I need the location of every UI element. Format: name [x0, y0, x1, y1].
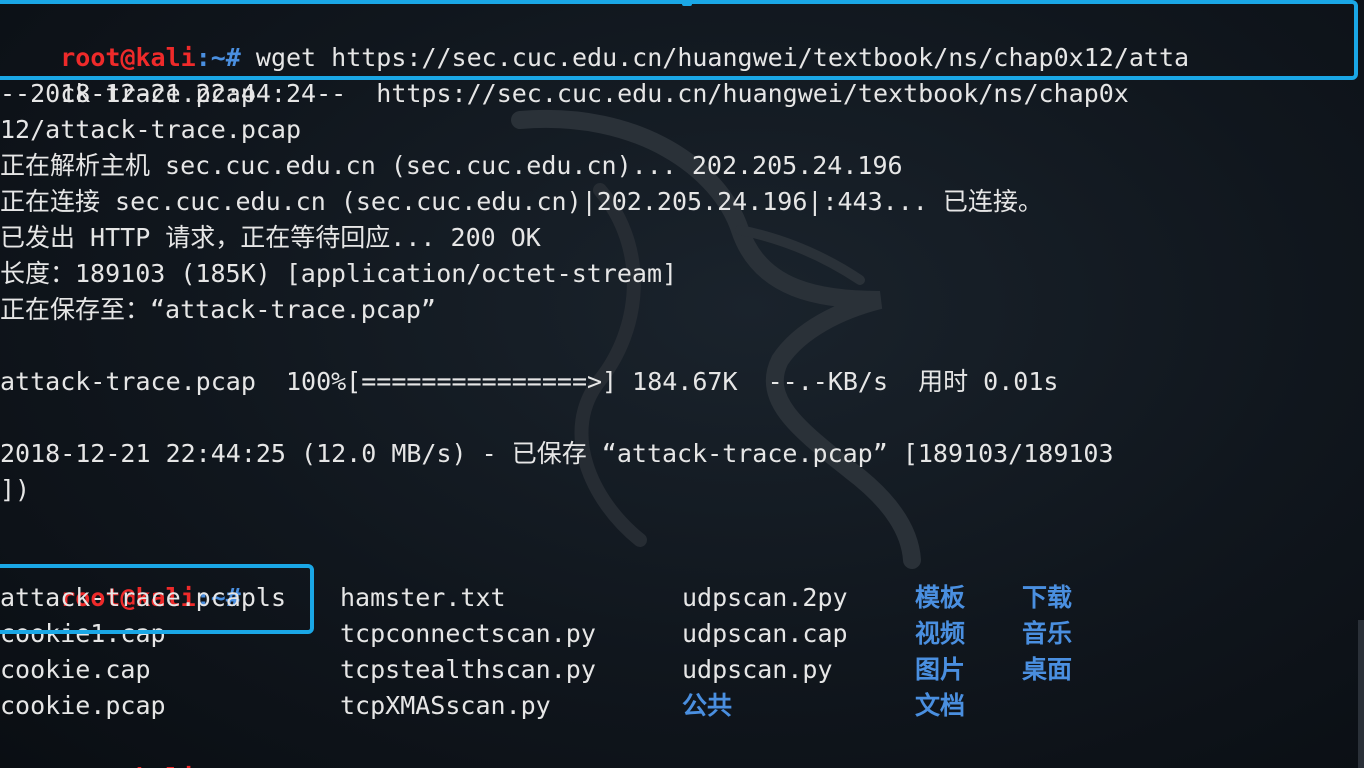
directory-entry: 音乐 [1022, 619, 1073, 648]
output-line: 已发出 HTTP 请求，正在等待回应... 200 OK [0, 223, 541, 252]
directory-entry: 桌面 [1022, 655, 1073, 684]
file-entry: cookie.pcap [0, 691, 166, 720]
output-line: 正在连接 sec.cuc.edu.cn (sec.cuc.edu.cn)|202… [0, 187, 1043, 216]
file-entry: cookie1.cap [0, 619, 166, 648]
command-line-prompt[interactable]: root@kali:~# [0, 724, 241, 768]
progress-line: attack-trace.pcap 100%[===============>]… [0, 367, 1059, 396]
directory-entry: 视频 [915, 619, 966, 648]
directory-entry: 图片 [915, 655, 966, 684]
prompt-path: :~# [196, 763, 241, 768]
file-entry: udpscan.2py [682, 583, 848, 612]
file-entry: tcpconnectscan.py [340, 619, 596, 648]
file-entry: udpscan.py [682, 655, 833, 684]
output-line: ]) [0, 475, 31, 504]
file-entry: cookie.cap [0, 655, 151, 684]
output-line: --2018-12-21 22:44:24-- https://sec.cuc.… [0, 79, 1129, 108]
prompt-user: root@kali [60, 763, 195, 768]
command-line-ls: root@kali:~# ls [0, 544, 286, 612]
selection-handle[interactable] [682, 0, 692, 6]
output-line: 2018-12-21 22:44:25 (12.0 MB/s) - 已保存 “a… [0, 439, 1114, 468]
directory-entry: 公共 [682, 691, 733, 720]
command-line-wget: root@kali:~# wget https://sec.cuc.edu.cn… [0, 4, 1189, 72]
scrollbar[interactable] [1358, 620, 1364, 768]
command-line-wget-wrap: ck-trace.pcap [0, 40, 256, 108]
file-entry: tcpstealthscan.py [340, 655, 596, 684]
file-entry: udpscan.cap [682, 619, 848, 648]
directory-entry: 文档 [915, 691, 966, 720]
directory-entry: 模板 [915, 583, 966, 612]
output-line: 12/attack-trace.pcap [0, 115, 302, 144]
file-entry: hamster.txt [340, 583, 506, 612]
output-line: 正在保存至：“attack-trace.pcap” [0, 295, 436, 324]
terminal-window[interactable]: root@kali:~# wget https://sec.cuc.edu.cn… [0, 0, 1364, 768]
file-entry: attack-trace.pcap [0, 583, 256, 612]
command-text: wget https://sec.cuc.edu.cn/huangwei/tex… [240, 43, 1190, 72]
output-line: 正在解析主机 sec.cuc.edu.cn (sec.cuc.edu.cn)..… [0, 151, 903, 180]
file-entry: tcpXMASscan.py [340, 691, 551, 720]
output-line: 长度：189103 (185K) [application/octet-stre… [0, 259, 678, 288]
directory-entry: 下载 [1022, 583, 1073, 612]
